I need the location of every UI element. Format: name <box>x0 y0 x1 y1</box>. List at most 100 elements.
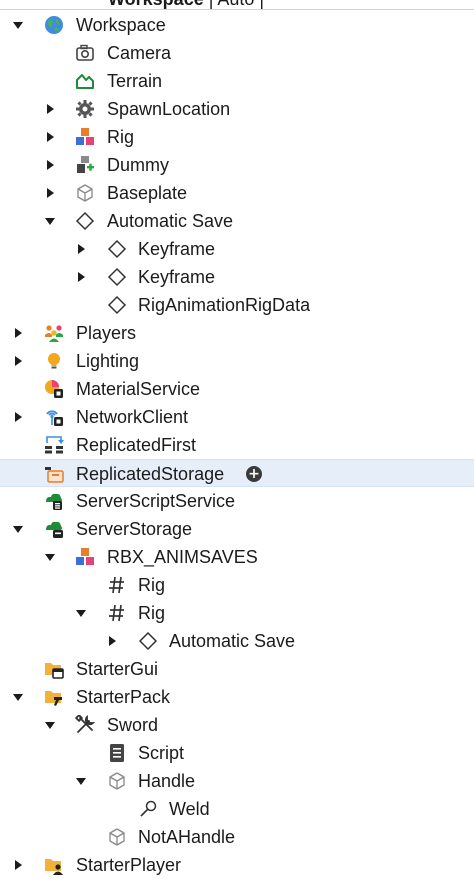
expand-arrow-right-icon[interactable] <box>43 186 57 200</box>
tree-item-label: Keyframe <box>138 267 216 287</box>
tree-item-sword[interactable]: Sword <box>0 711 474 739</box>
expand-arrow-down-icon[interactable] <box>74 606 88 620</box>
terrain-icon <box>74 70 96 92</box>
tree-item-label: StarterPlayer <box>76 855 182 875</box>
expand-arrow-right-icon[interactable] <box>11 410 25 424</box>
expand-arrow-down-icon[interactable] <box>11 18 25 32</box>
expand-arrow-right-icon[interactable] <box>43 158 57 172</box>
players-icon <box>43 322 65 344</box>
diamond-icon <box>137 630 159 652</box>
tree-item-label: Camera <box>107 43 172 63</box>
starter-pack-icon <box>43 686 65 708</box>
expand-arrow-down-icon[interactable] <box>43 214 57 228</box>
expand-arrow-right-icon[interactable] <box>11 326 25 340</box>
starter-gui-icon <box>43 658 65 680</box>
tree-item-label: Automatic Save <box>107 211 234 231</box>
replicated-storage-icon <box>43 463 65 485</box>
expand-arrow-right-icon[interactable] <box>74 270 88 284</box>
diamond-icon <box>106 266 128 288</box>
tree-item-startergui[interactable]: StarterGui <box>0 655 474 683</box>
tree-item-starterpack[interactable]: StarterPack <box>0 683 474 711</box>
expand-arrow-right-icon[interactable] <box>74 242 88 256</box>
tree-item-replicatedfirst[interactable]: ReplicatedFirst <box>0 431 474 459</box>
header-title-rest: | Auto | <box>204 0 264 9</box>
tree-item-starterplayer[interactable]: StarterPlayer <box>0 851 474 879</box>
tree-item-keyframe[interactable]: Keyframe <box>0 263 474 291</box>
tree-item-players[interactable]: Players <box>0 319 474 347</box>
tree-item-rig[interactable]: Rig <box>0 599 474 627</box>
tree-item-rig[interactable]: Rig <box>0 123 474 151</box>
tree-item-label: Rig <box>107 127 135 147</box>
tree-item-automatic-save[interactable]: Automatic Save <box>0 207 474 235</box>
tree-item-label: Workspace <box>76 15 166 35</box>
hash-icon <box>106 574 128 596</box>
tree-item-serverscriptservice[interactable]: ServerScriptService <box>0 487 474 515</box>
material-service-icon <box>43 378 65 400</box>
globe-icon <box>43 14 65 36</box>
tree-item-label: Sword <box>107 715 159 735</box>
expand-arrow-down-icon[interactable] <box>43 550 57 564</box>
expand-arrow-down-icon[interactable] <box>11 690 25 704</box>
script-icon <box>106 742 128 764</box>
tree-item-serverstorage[interactable]: ServerStorage <box>0 515 474 543</box>
tree-item-label: StarterPack <box>76 687 171 707</box>
expand-arrow-down-icon[interactable] <box>11 522 25 536</box>
tree-item-label: Rig <box>138 603 166 623</box>
tree-item-label: Baseplate <box>107 183 188 203</box>
part-cube-icon <box>106 770 128 792</box>
tree-item-label: Handle <box>138 771 196 791</box>
tree-item-automatic-save[interactable]: Automatic Save <box>0 627 474 655</box>
explorer-tree: Workspace Camera Terrain SpawnLocation R… <box>0 11 474 879</box>
tree-item-riganimationrigdata[interactable]: RigAnimationRigData <box>0 291 474 319</box>
tree-item-baseplate[interactable]: Baseplate <box>0 179 474 207</box>
model-icon <box>74 126 96 148</box>
tree-item-rbx-animsaves[interactable]: RBX_ANIMSAVES <box>0 543 474 571</box>
model-add-icon <box>74 154 96 176</box>
tree-item-label: MaterialService <box>76 379 201 399</box>
tree-item-replicatedstorage[interactable]: ReplicatedStorage + <box>0 459 474 487</box>
tree-item-label: Script <box>138 743 185 763</box>
tree-item-networkclient[interactable]: NetworkClient <box>0 403 474 431</box>
server-script-service-icon <box>43 490 65 512</box>
explorer-header: Workspace | Auto | <box>0 0 474 10</box>
part-cube-icon <box>74 182 96 204</box>
expand-arrow-down-icon[interactable] <box>43 718 57 732</box>
tree-item-handle[interactable]: Handle <box>0 767 474 795</box>
tree-item-script[interactable]: Script <box>0 739 474 767</box>
part-cube-icon <box>106 826 128 848</box>
header-title-bold: Workspace <box>108 0 204 9</box>
tree-item-label: ReplicatedStorage <box>76 464 225 484</box>
tree-item-label: SpawnLocation <box>107 99 231 119</box>
expand-arrow-right-icon[interactable] <box>11 354 25 368</box>
expand-arrow-right-icon[interactable] <box>11 858 25 872</box>
tree-item-weld[interactable]: Weld <box>0 795 474 823</box>
tree-item-label: Weld <box>169 799 210 819</box>
tree-item-keyframe[interactable]: Keyframe <box>0 235 474 263</box>
diamond-icon <box>106 238 128 260</box>
tree-item-notahandle[interactable]: NotAHandle <box>0 823 474 851</box>
tree-item-lighting[interactable]: Lighting <box>0 347 474 375</box>
tree-item-camera[interactable]: Camera <box>0 39 474 67</box>
tree-item-terrain[interactable]: Terrain <box>0 67 474 95</box>
replicated-first-icon <box>43 434 65 456</box>
expand-arrow-right-icon[interactable] <box>43 102 57 116</box>
tree-item-label: Rig <box>138 575 166 595</box>
expand-arrow-right-icon[interactable] <box>43 130 57 144</box>
tree-item-dummy[interactable]: Dummy <box>0 151 474 179</box>
tree-item-rig[interactable]: Rig <box>0 571 474 599</box>
tree-item-label: Players <box>76 323 137 343</box>
tree-item-workspace[interactable]: Workspace <box>0 11 474 39</box>
tree-item-materialservice[interactable]: MaterialService <box>0 375 474 403</box>
tree-item-label: RBX_ANIMSAVES <box>107 547 258 567</box>
tree-item-label: RigAnimationRigData <box>138 295 311 315</box>
tree-item-spawnlocation[interactable]: SpawnLocation <box>0 95 474 123</box>
tree-item-label: NetworkClient <box>76 407 189 427</box>
header-title: Workspace | Auto | <box>108 0 264 9</box>
expand-arrow-down-icon[interactable] <box>74 774 88 788</box>
expand-arrow-right-icon[interactable] <box>105 634 119 648</box>
tool-icon <box>74 714 96 736</box>
starter-player-icon <box>43 854 65 876</box>
gear-icon <box>74 98 96 120</box>
tree-item-label: Terrain <box>107 71 163 91</box>
add-child-button[interactable]: + <box>246 466 262 482</box>
